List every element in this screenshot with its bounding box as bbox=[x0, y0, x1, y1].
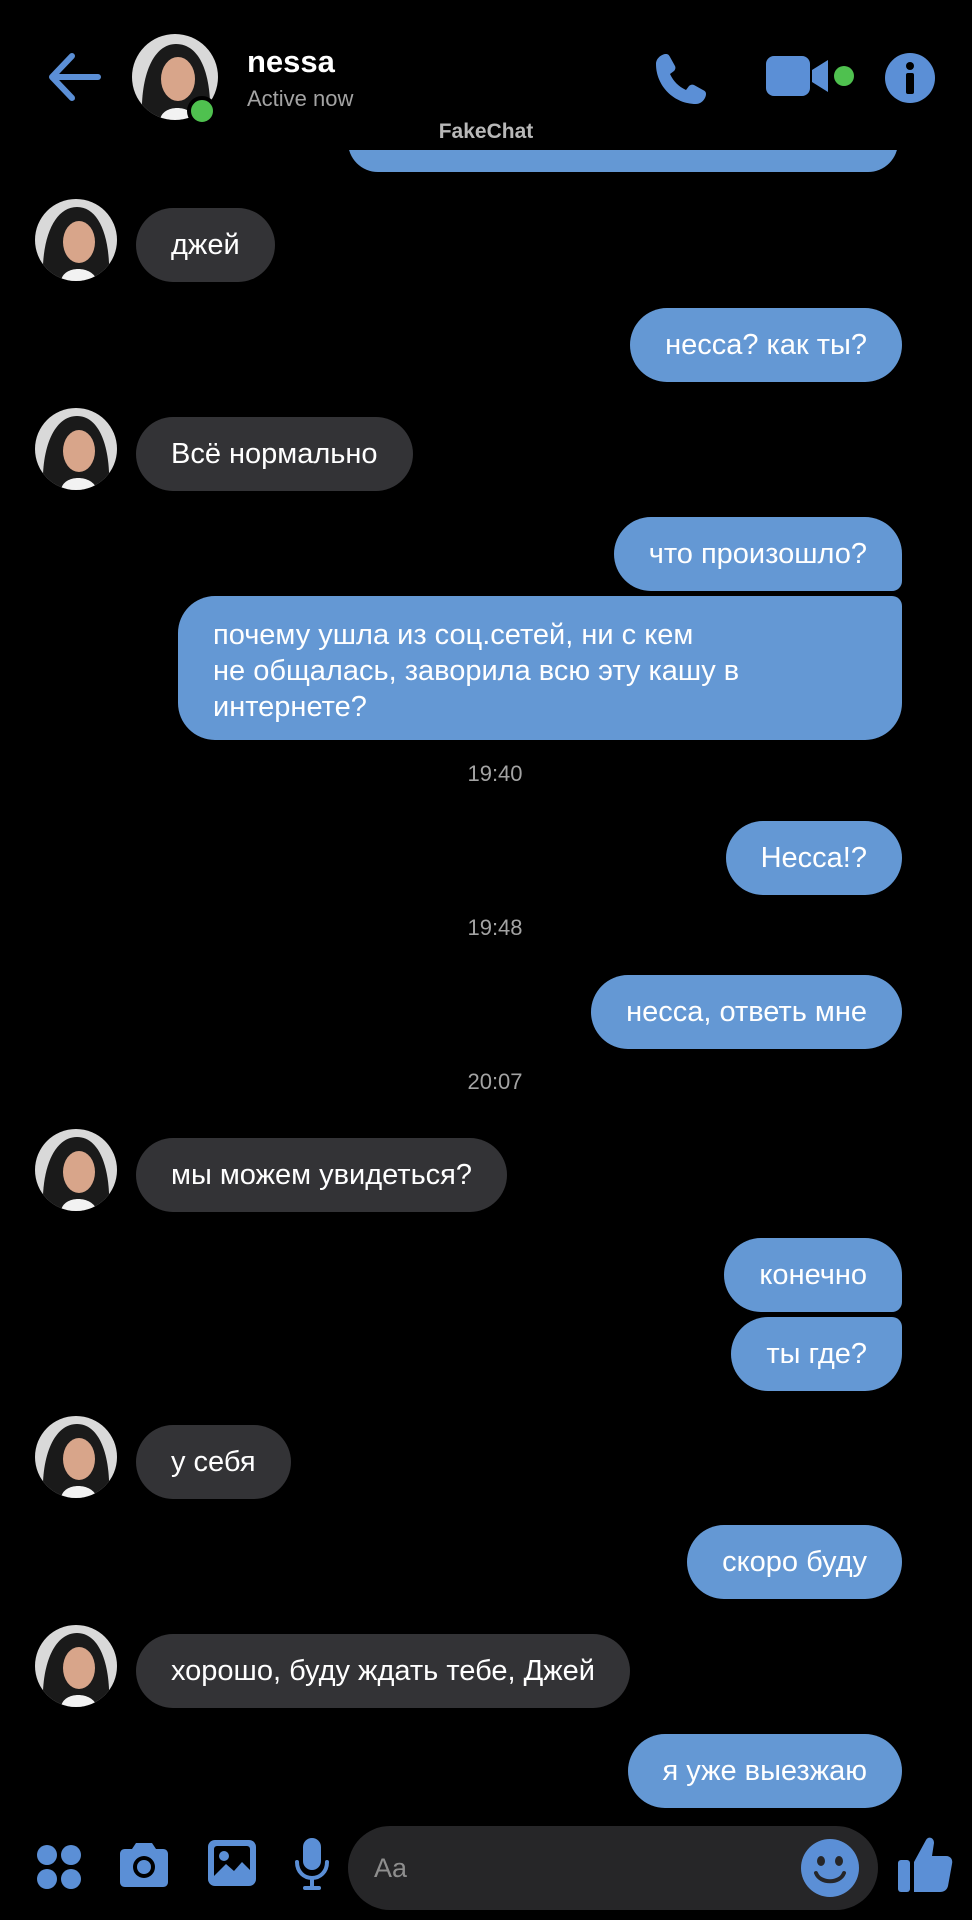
message-incoming[interactable]: хорошо, буду ждать тебе, Джей bbox=[136, 1634, 630, 1708]
avatar bbox=[35, 1625, 117, 1707]
avatar bbox=[35, 408, 117, 490]
image-icon[interactable] bbox=[206, 1838, 258, 1888]
camera-icon[interactable] bbox=[116, 1840, 172, 1890]
message-outgoing[interactable]: я уже выезжаю bbox=[627, 1734, 902, 1808]
message-line: почему ушла из соц.сетей, ни с кем bbox=[213, 619, 694, 651]
phone-icon[interactable] bbox=[652, 50, 710, 108]
timestamp: 20:07 bbox=[467, 1069, 523, 1094]
info-icon[interactable] bbox=[884, 52, 936, 104]
message-outgoing[interactable]: что произошло? bbox=[613, 517, 902, 591]
watermark: FakeChat bbox=[438, 120, 534, 143]
message-outgoing[interactable]: ты где? bbox=[731, 1317, 902, 1391]
message-line: интернете? bbox=[213, 691, 367, 723]
apps-icon[interactable] bbox=[36, 1844, 82, 1890]
message-outgoing[interactable]: конечно bbox=[724, 1238, 902, 1312]
video-active-dot bbox=[834, 66, 854, 86]
message-outgoing[interactable]: несса? как ты? bbox=[630, 308, 902, 382]
message-outgoing-multiline[interactable]: почему ушла из соц.сетей, ни с кем не об… bbox=[178, 596, 902, 740]
message-input[interactable] bbox=[348, 1826, 878, 1910]
back-arrow-icon[interactable] bbox=[44, 50, 104, 104]
message-incoming[interactable]: джей bbox=[136, 208, 275, 282]
timestamp: 19:40 bbox=[467, 761, 523, 786]
avatar bbox=[35, 1416, 117, 1498]
microphone-icon[interactable] bbox=[294, 1836, 330, 1892]
contact-name[interactable]: nessa bbox=[247, 44, 335, 80]
avatar bbox=[35, 1129, 117, 1211]
message-incoming[interactable]: у себя bbox=[136, 1425, 291, 1499]
avatar bbox=[35, 199, 117, 281]
chat-screen: nessa Active now FakeChat джей несса? ка… bbox=[0, 0, 972, 1920]
emoji-icon[interactable] bbox=[800, 1838, 860, 1898]
message-outgoing[interactable]: скоро буду bbox=[687, 1525, 902, 1599]
video-camera-icon[interactable] bbox=[764, 54, 832, 98]
thumbs-up-icon[interactable] bbox=[896, 1834, 954, 1894]
contact-status: Active now bbox=[247, 86, 354, 111]
timestamp: 19:48 bbox=[467, 915, 523, 940]
message-incoming[interactable]: мы можем увидеться? bbox=[136, 1138, 508, 1212]
message-line: не общалась, заворила всю эту кашу в bbox=[213, 655, 740, 687]
message-outgoing[interactable]: несса, ответь мне bbox=[591, 975, 902, 1049]
message-outgoing[interactable]: Несса!? bbox=[725, 821, 902, 895]
message-incoming[interactable]: Всё нормально bbox=[136, 417, 413, 491]
